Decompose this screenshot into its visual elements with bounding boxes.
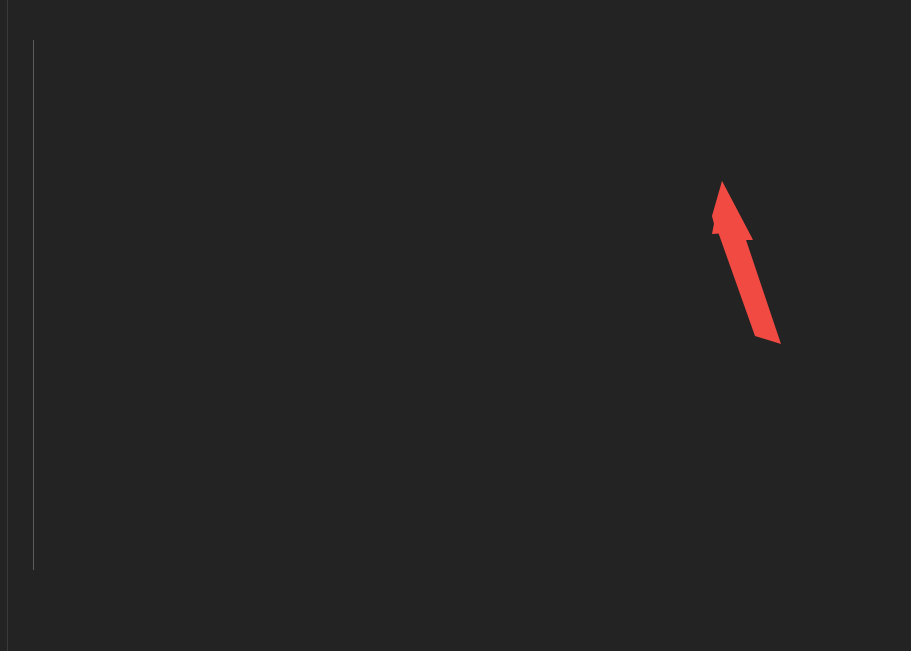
code-line-selected[interactable]: $mail_callback········=·apply_filters(·'… [0,155,911,174]
code-line-docblock[interactable]: * [0,406,911,425]
code-line[interactable]: $message = apply_filters( 'woocommerce_m… [0,135,911,154]
code-line-docblock[interactable]: * @param bool $return Whether the email … [0,444,911,463]
code-line[interactable]: * @return bool success [0,0,911,19]
code-line[interactable]: do_action( 'woocommerce_email_sent', $re… [0,522,911,541]
code-line[interactable]: remove_filter( 'wp_mail_from_name', arra… [0,251,911,270]
code-line-blank[interactable] [0,213,911,232]
code-line[interactable]: */ [0,19,911,38]
code-line-docblock[interactable]: * @param WC_Email $this WC_Email instanc… [0,483,911,502]
code-line-docblock[interactable]: /** [0,367,911,386]
code-line[interactable]: add_filter( 'wp_mail_from_name', array( … [0,77,911,96]
code-line[interactable]: add_filter( 'wp_mail_content_type', arra… [0,97,911,116]
code-line-blank[interactable] [0,541,911,560]
code-line[interactable]: $this->clear_alt_body_field(); [0,328,911,347]
code-surface[interactable]: * @return bool success */ public functio… [0,0,911,651]
code-line-blank[interactable] [0,116,911,135]
code-line-docblock[interactable]: * Action hook fired when an email is sen… [0,386,911,405]
code-line[interactable]: remove_filter( 'wp_mail_content_type', a… [0,270,911,289]
code-line-docblock[interactable]: */ [0,502,911,521]
code-line[interactable]: } [0,580,911,599]
code-editor-window: * @return bool success */ public functio… [0,0,911,651]
code-line[interactable]: $mail_callback_params = apply_filters( '… [0,174,911,193]
code-line-docblock[interactable]: */ [0,643,911,651]
code-line-docblock[interactable]: * @param int $id Email ID. [0,464,911,483]
code-line[interactable]: return $return; [0,560,911,579]
code-line-function-signature[interactable]: public function send( $to, $subject, $me… [0,39,911,58]
code-line-blank[interactable] [0,290,911,309]
code-line-docblock[interactable]: * @since 5.6.0 [0,425,911,444]
code-line-docblock[interactable]: * Initialise Settings Form Fields - thes… [0,624,911,643]
code-line[interactable]: remove_filter( 'wp_mail_from', array( $t… [0,232,911,251]
code-line[interactable]: $return = $mail_callback( ...$mail_callb… [0,193,911,212]
code-line[interactable]: add_filter( 'wp_mail_from', array( $this… [0,58,911,77]
code-line-blank[interactable] [0,348,911,367]
code-line-comment[interactable]: // Clear the AltBody (if set) so that it… [0,309,911,328]
code-line-docblock[interactable]: /** [0,599,911,618]
